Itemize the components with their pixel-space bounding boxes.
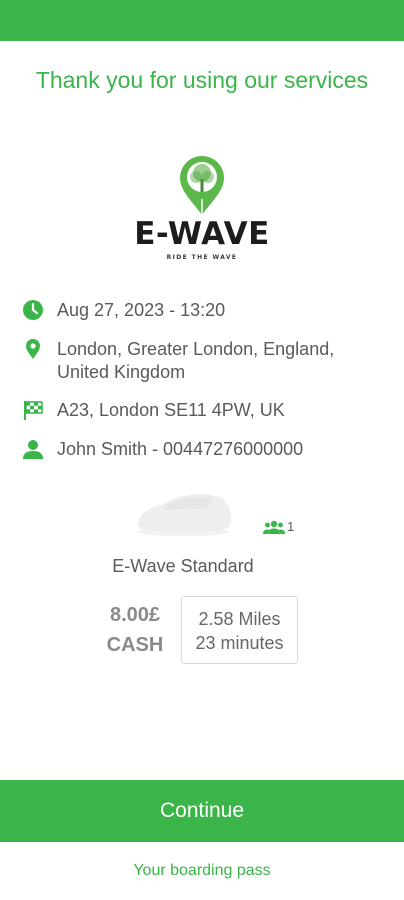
pickup-address: London, Greater London, England, United … [57, 339, 335, 382]
passenger-count: 1 [287, 519, 295, 534]
car-image [138, 494, 232, 536]
vehicle-type: E-Wave Standard [112, 556, 254, 576]
checkered-flag-icon [24, 401, 43, 420]
trip-stats-box: 2.58 Miles 23 minutes [181, 596, 298, 664]
top-status-bar [0, 0, 404, 41]
fare-amount: 8.00£ [109, 604, 161, 626]
datetime-row: Aug 27, 2023 - 13:20 [22, 299, 382, 322]
trip-datetime: Aug 27, 2023 - 13:20 [57, 300, 226, 320]
logo-tree-pin-icon [180, 156, 224, 215]
payment-method: CASH [106, 634, 164, 656]
location-pin-icon [26, 339, 40, 359]
fare-summary: 8.00£ CASH [96, 600, 174, 660]
person-icon [23, 440, 43, 459]
clock-icon [23, 300, 43, 320]
e-wave-logo: E-WAVE RIDE THE WAVE [110, 152, 294, 268]
thank-you-heading: Thank you for using our services [35, 67, 369, 93]
logo-tagline: RIDE THE WAVE [166, 254, 238, 261]
dropoff-row: A23, London SE11 4PW, UK [22, 399, 382, 422]
group-icon [263, 520, 285, 534]
continue-button[interactable]: Continue [0, 780, 404, 842]
pickup-row: London, Greater London, England, United … [22, 338, 382, 384]
trip-distance: 2.58 Miles [198, 609, 281, 629]
passenger-info: John Smith - 00447276000000 [57, 439, 304, 459]
dropoff-address: A23, London SE11 4PW, UK [57, 400, 285, 420]
boarding-pass-link[interactable]: Your boarding pass [0, 862, 404, 880]
passenger-row: John Smith - 00447276000000 [22, 438, 382, 461]
passenger-capacity: 1 [263, 519, 294, 534]
logo-wordmark: E-WAVE [134, 216, 270, 252]
trip-duration: 23 minutes [195, 633, 284, 653]
